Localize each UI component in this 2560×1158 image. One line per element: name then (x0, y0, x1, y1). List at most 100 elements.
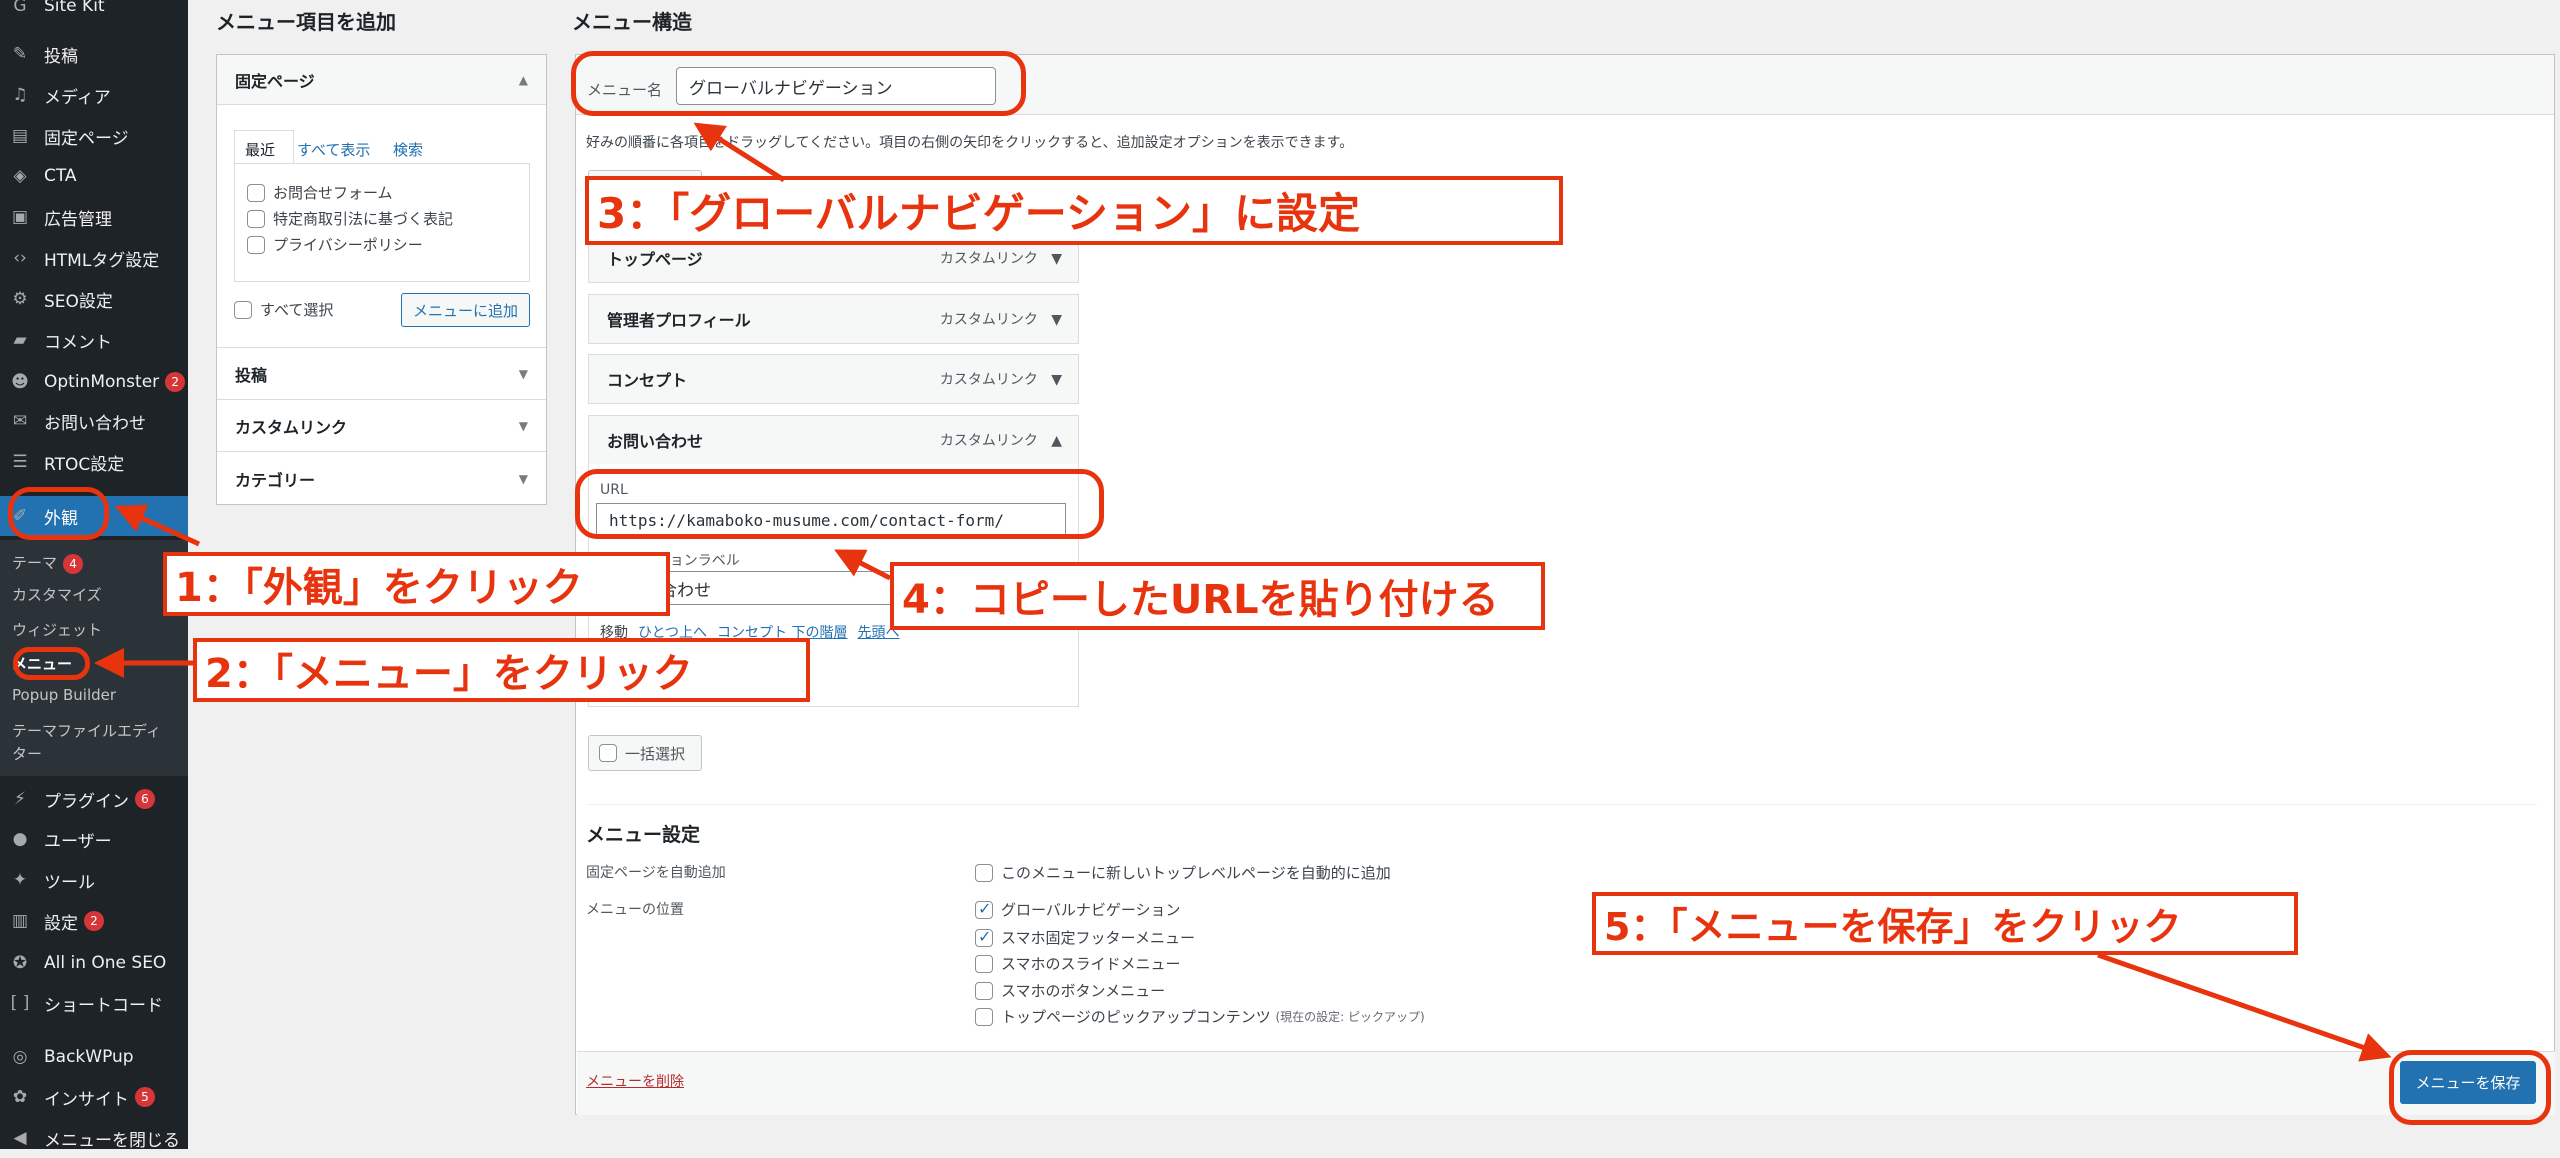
annotation-step-3: 3：「グローバルナビゲーション」に設定 (585, 176, 1563, 245)
sidebar-item[interactable]: ✉ お問い合わせ (0, 401, 188, 441)
checkbox[interactable] (247, 235, 265, 254)
menu-location-option[interactable]: スマホのボタンメニュー (975, 980, 1165, 1001)
submenu-item[interactable]: Popup Builder (12, 686, 116, 704)
section-title: 固定ページ (235, 71, 315, 91)
caret-down-icon[interactable]: ▼ (1042, 312, 1062, 328)
divider (587, 804, 2537, 805)
location-note: (現在の設定: ピックアップ) (1275, 1010, 1425, 1024)
settings-icon: ▥ (11, 911, 29, 931)
caret-down-icon: ▼ (518, 471, 528, 486)
comment-icon: ▰ (13, 330, 27, 350)
sidebar-item[interactable]: ✎ 投稿 (0, 34, 188, 74)
checkbox (599, 744, 617, 762)
sidebar-item[interactable]: ♫ メディア (0, 75, 188, 115)
annotation-step-4: 4：コピーしたURLを貼り付ける (890, 562, 1545, 630)
checkbox[interactable] (234, 300, 252, 319)
bulk-select-button-bottom[interactable]: 一括選択 (588, 735, 702, 771)
page-option[interactable]: 特定商取引法に基づく表記 (247, 208, 453, 229)
sidebar-item[interactable]: ✪ All in One SEO (0, 943, 188, 983)
instructions: 好みの順番に各項目をドラッグしてください。項目の右側の矢印をクリックすると、追加… (586, 135, 1354, 151)
delete-menu-link[interactable]: メニューを削除 (586, 1071, 684, 1091)
gear-icon: ⚙ (12, 289, 28, 309)
select-all[interactable]: すべて選択 (234, 299, 333, 320)
checkbox[interactable] (247, 183, 265, 202)
menu-location-label: メニューの位置 (586, 902, 684, 918)
checkbox[interactable] (975, 1007, 993, 1026)
menu-item[interactable]: 管理者プロフィール カスタムリンク ▼ (588, 294, 1079, 344)
tag-icon: ◈ (13, 166, 27, 186)
media-icon: ♫ (12, 85, 28, 105)
caret-down-icon: ▼ (518, 418, 528, 433)
posts-section[interactable]: 投稿 ▼ (217, 347, 546, 399)
tab-search[interactable]: 検索 (393, 139, 423, 160)
plugin-icon: ⚡ (14, 789, 26, 809)
menu-item[interactable]: コンセプト カスタムリンク ▼ (588, 354, 1079, 404)
auto-add-label: 固定ページを自動追加 (586, 865, 726, 881)
menu-item-expanded[interactable]: お問い合わせ カスタムリンク ▲ (588, 415, 1079, 465)
caret-down-icon[interactable]: ▼ (1042, 251, 1062, 267)
sidebar-item[interactable]: ✿ インサイト 5 (0, 1077, 188, 1117)
ad-icon: ▣ (11, 207, 29, 227)
highlight-menu-name (571, 51, 1026, 116)
caret-down-icon[interactable]: ▼ (1042, 372, 1062, 388)
custom-links-section[interactable]: カスタムリンク ▼ (217, 399, 546, 451)
submenu-item[interactable]: カスタマイズ (12, 584, 102, 605)
submenu-item[interactable]: ウィジェット (12, 619, 102, 640)
sidebar-item[interactable]: ◎ BackWPup (0, 1037, 188, 1077)
sidebar-item[interactable]: ▤ 固定ページ (0, 116, 188, 156)
submenu-item[interactable]: テーマ 4 (12, 552, 84, 574)
checkbox[interactable] (975, 899, 993, 919)
menu-location-option[interactable]: グローバルナビゲーション (975, 899, 1181, 920)
sidebar-item[interactable]: ☰ RTOC設定 (0, 442, 188, 482)
sidebar-item[interactable]: [ ] ショートコード (0, 983, 188, 1023)
submenu-item[interactable]: テーマファイルエディ (12, 720, 161, 741)
wrench-icon: ✦ (12, 870, 28, 890)
annotation-step-1: 1：「外観」をクリック (163, 552, 670, 616)
collapse-icon: ◀ (13, 1128, 27, 1148)
sidebar-item[interactable]: G Site Kit (0, 0, 188, 26)
sidebar-item[interactable]: ▣ 広告管理 (0, 197, 188, 237)
menu-structure-heading: メニュー構造 (572, 10, 692, 34)
sidebar-item[interactable]: ▰ コメント (0, 320, 188, 360)
add-to-menu-button[interactable]: メニューに追加 (401, 293, 530, 327)
backup-icon: ◎ (12, 1047, 28, 1067)
page-option[interactable]: お問合せフォーム (247, 182, 393, 203)
auto-add-option[interactable]: このメニューに新しいトップレベルページを自動的に追加 (975, 862, 1391, 883)
caret-down-icon: ▼ (518, 366, 528, 381)
brackets-icon: [ ] (10, 993, 30, 1013)
highlight-save (2389, 1050, 2551, 1125)
mail-icon: ✉ (12, 411, 28, 431)
checkbox[interactable] (975, 954, 993, 973)
sidebar-item[interactable]: ☻ OptinMonster 2 (0, 362, 188, 402)
sidebar-item[interactable]: ◀ メニューを閉じる (0, 1118, 188, 1158)
sidebar-item[interactable]: ⚙ SEO設定 (0, 279, 188, 319)
checkbox[interactable] (975, 927, 993, 947)
sidebar-item[interactable]: ‹› HTMLタグ設定 (0, 238, 188, 278)
caret-up-icon[interactable]: ▲ (1042, 433, 1062, 449)
list-icon: ☰ (12, 452, 28, 472)
tab-view-all[interactable]: すべて表示 (297, 139, 370, 160)
sidebar-item[interactable]: ✦ ツール (0, 860, 188, 900)
checkbox[interactable] (975, 981, 993, 1000)
checkbox[interactable] (247, 209, 265, 228)
pages-section-header[interactable]: 固定ページ ▲ (217, 55, 546, 105)
tab-recent[interactable]: 最近 (234, 130, 294, 164)
sidebar-item[interactable]: ◈ CTA (0, 156, 188, 196)
sidebar-item[interactable]: ● ユーザー (0, 819, 188, 859)
menu-location-option[interactable]: スマホ固定フッターメニュー (975, 927, 1195, 948)
add-items-heading: メニュー項目を追加 (216, 10, 396, 34)
page-option[interactable]: プライバシーポリシー (247, 234, 423, 255)
submenu-item-continued: ター (12, 745, 43, 763)
menu-location-option[interactable]: トップページのピックアップコンテンツ (現在の設定: ピックアップ) (975, 1006, 1425, 1027)
sidebar-item[interactable]: ▥ 設定 2 (0, 901, 188, 941)
checkbox[interactable] (975, 863, 993, 882)
menu-location-option[interactable]: スマホのスライドメニュー (975, 953, 1181, 974)
user-icon: ● (12, 829, 28, 849)
highlight-appearance (8, 487, 109, 540)
categories-section[interactable]: カテゴリー ▼ (217, 451, 546, 505)
sidebar-item[interactable]: ⚡ プラグイン 6 (0, 779, 188, 819)
code-icon: ‹› (13, 248, 27, 268)
insight-icon: ✿ (12, 1087, 28, 1107)
menu-footer (577, 1051, 2555, 1115)
count-badge: 6 (135, 789, 155, 809)
